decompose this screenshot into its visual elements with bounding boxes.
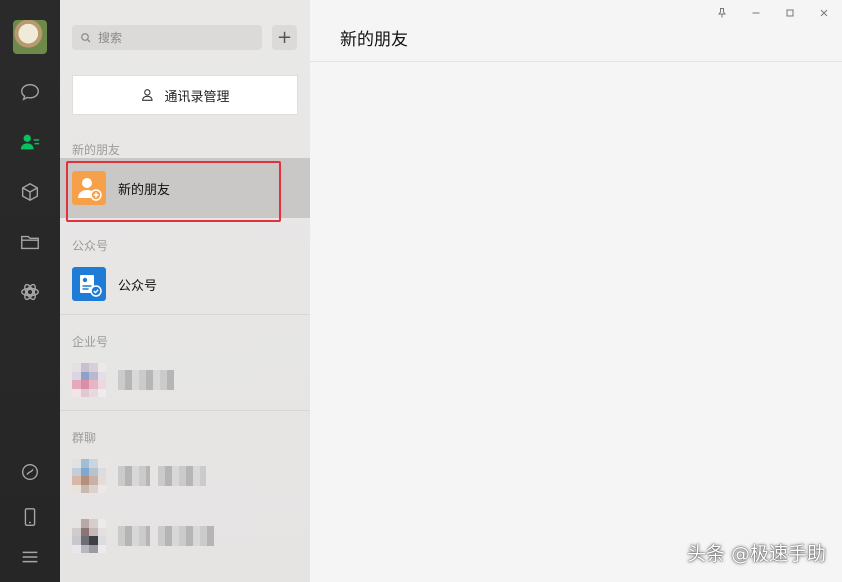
- chat-icon[interactable]: [18, 80, 42, 104]
- official-account-icon: [72, 267, 106, 301]
- search-box[interactable]: [72, 25, 262, 50]
- search-input[interactable]: [98, 30, 248, 45]
- window-controls: [712, 4, 834, 22]
- minimize-icon[interactable]: [746, 4, 766, 22]
- section-label-official: 公众号: [72, 239, 109, 253]
- close-icon[interactable]: [814, 4, 834, 22]
- divider: [60, 410, 310, 411]
- list-item-group[interactable]: [60, 506, 310, 566]
- user-avatar[interactable]: [13, 20, 47, 54]
- section-label-new-friends: 新的朋友: [72, 143, 121, 157]
- blurred-avatar: [72, 519, 106, 553]
- add-contact-button[interactable]: +: [272, 25, 297, 50]
- plus-icon: +: [276, 27, 293, 48]
- maximize-icon[interactable]: [780, 4, 800, 22]
- folder-icon[interactable]: [18, 230, 42, 254]
- page-title: 新的朋友: [340, 30, 408, 50]
- cube-icon[interactable]: [18, 180, 42, 204]
- contacts-manage-label: 通讯录管理: [164, 89, 230, 105]
- moments-icon[interactable]: [18, 460, 42, 484]
- contacts-panel: + 通讯录管理 新的朋友 新的朋友 公众号 公众号 企业号 群聊: [60, 0, 310, 582]
- pin-icon[interactable]: [712, 4, 732, 22]
- blurred-name: [118, 466, 206, 486]
- blurred-name: [118, 370, 174, 390]
- blurred-avatar: [72, 459, 106, 493]
- list-item-label: 公众号: [118, 278, 158, 294]
- list-item-official-accounts[interactable]: 公众号: [60, 254, 310, 314]
- phone-icon[interactable]: [18, 505, 42, 529]
- contacts-manage-icon: [142, 89, 154, 101]
- list-item-group[interactable]: [60, 446, 310, 506]
- main-header: 新的朋友: [310, 0, 842, 62]
- divider: [60, 314, 310, 315]
- blurred-name: [118, 526, 214, 546]
- watermark: 头条 @极速手助: [686, 543, 826, 565]
- mini-program-icon[interactable]: [18, 280, 42, 304]
- search-icon: [81, 32, 91, 42]
- main-area: 新的朋友: [310, 0, 842, 582]
- contacts-icon[interactable]: [18, 130, 42, 154]
- section-label-groups: 群聊: [72, 431, 97, 445]
- nav-rail: [0, 0, 60, 582]
- section-label-enterprise: 企业号: [72, 335, 109, 349]
- highlight-annotation: [66, 161, 281, 222]
- blurred-avatar: [72, 363, 106, 397]
- list-item-enterprise[interactable]: [60, 350, 310, 410]
- contacts-manage-button[interactable]: 通讯录管理: [72, 75, 298, 115]
- menu-icon[interactable]: [18, 545, 42, 569]
